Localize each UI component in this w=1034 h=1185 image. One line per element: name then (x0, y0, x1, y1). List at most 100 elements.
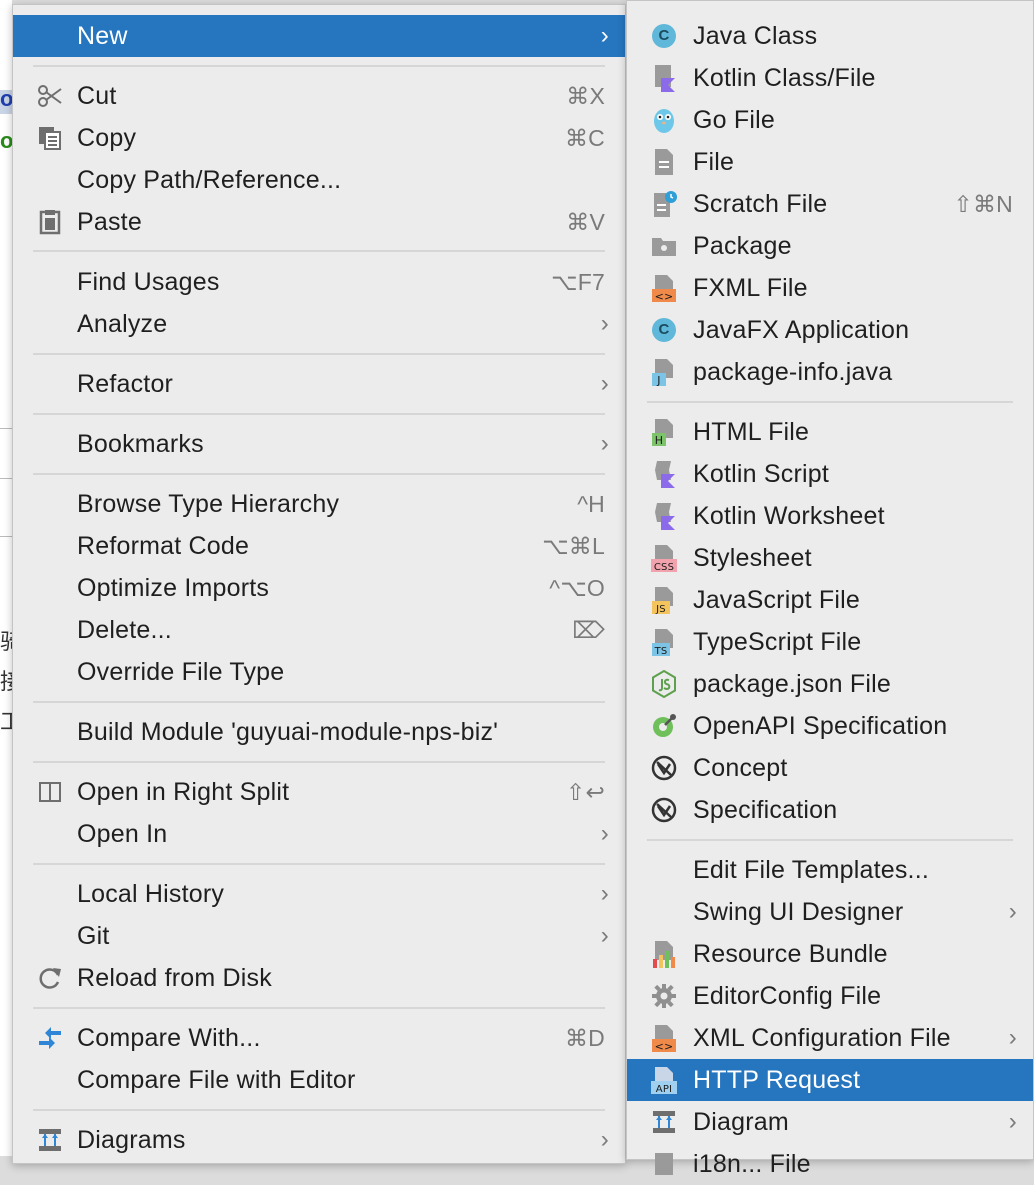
svg-text:H: H (655, 434, 663, 446)
chevron-right-icon: › (600, 22, 609, 49)
diagram-icon (651, 1108, 677, 1136)
submenu-item-package-info[interactable]: J package-info.java (627, 351, 1033, 393)
submenu-item-go-file[interactable]: Go File (627, 99, 1033, 141)
separator (33, 250, 605, 252)
menu-item-refactor[interactable]: Refactor › (13, 363, 625, 405)
menu-item-label: XML Configuration File (693, 1024, 951, 1052)
menu-item-compare-with[interactable]: Compare With... ⌘D (13, 1017, 625, 1059)
menu-item-label: Java Class (693, 22, 818, 50)
menu-item-label: Optimize Imports (77, 574, 270, 602)
menu-item-delete[interactable]: Delete... ⌦ (13, 609, 625, 651)
chevron-right-icon: › (600, 430, 609, 457)
menu-item-reload-from-disk[interactable]: Reload from Disk (13, 957, 625, 999)
menu-item-cut[interactable]: Cut ⌘X (13, 75, 625, 117)
menu-item-git[interactable]: Git › (13, 915, 625, 957)
submenu-item-concept[interactable]: Concept (627, 747, 1033, 789)
shortcut-label: ⇧↩ (566, 779, 605, 805)
java-file-icon: J (651, 358, 677, 386)
menu-item-compare-file-editor[interactable]: Compare File with Editor (13, 1059, 625, 1101)
svg-text:CSS: CSS (654, 562, 674, 572)
menu-item-new[interactable]: New › (13, 15, 625, 57)
reload-icon (37, 964, 63, 992)
chevron-right-icon: › (1008, 1108, 1017, 1135)
menu-item-build-module[interactable]: Build Module 'guyuai-module-nps-biz' (13, 711, 625, 753)
submenu-item-xml-config[interactable]: <> XML Configuration File › (627, 1017, 1033, 1059)
submenu-item-file[interactable]: File (627, 141, 1033, 183)
separator (33, 863, 605, 865)
menu-item-bookmarks[interactable]: Bookmarks › (13, 423, 625, 465)
menu-item-find-usages[interactable]: Find Usages ⌥F7 (13, 261, 625, 303)
ts-file-icon: TS (651, 628, 677, 656)
submenu-item-i18n[interactable]: i18n... File (627, 1143, 1033, 1185)
menu-item-label: Resource Bundle (693, 940, 888, 968)
submenu-item-kotlin-worksheet[interactable]: Kotlin Worksheet (627, 495, 1033, 537)
submenu-item-edit-file-templates[interactable]: Edit File Templates... (627, 849, 1033, 891)
new-submenu: C Java Class Kotlin Class/File Go File F… (626, 0, 1034, 1178)
delete-key-icon: ⌦ (572, 617, 605, 643)
menu-item-label: Concept (693, 754, 788, 782)
submenu-item-java-class[interactable]: C Java Class (627, 15, 1033, 57)
menu-item-copy[interactable]: Copy ⌘C (13, 117, 625, 159)
menu-item-paste[interactable]: Paste ⌘V (13, 201, 625, 243)
submenu-item-fxml-file[interactable]: <> FXML File (627, 267, 1033, 309)
submenu-item-swing-ui-designer[interactable]: Swing UI Designer › (627, 891, 1033, 933)
scratch-file-icon (651, 190, 677, 218)
submenu-item-diagram[interactable]: Diagram › (627, 1101, 1033, 1143)
shortcut-label: ⌘C (564, 125, 605, 151)
submenu-item-package-json[interactable]: package.json File (627, 663, 1033, 705)
diagram-icon (37, 1126, 63, 1154)
svg-text:<>: <> (655, 290, 674, 302)
shortcut-label: ⇧⌘N (953, 191, 1013, 217)
submenu-item-stylesheet[interactable]: CSS Stylesheet (627, 537, 1033, 579)
menu-item-label: FXML File (693, 274, 808, 302)
menu-item-open-right-split[interactable]: Open in Right Split ⇧↩ (13, 771, 625, 813)
menu-item-copy-path[interactable]: Copy Path/Reference... (13, 159, 625, 201)
menu-item-analyze[interactable]: Analyze › (13, 303, 625, 345)
menu-item-label: OpenAPI Specification (693, 712, 948, 740)
split-view-icon (37, 778, 63, 806)
specification-icon (651, 796, 677, 824)
menu-item-reformat-code[interactable]: Reformat Code ⌥⌘L (13, 525, 625, 567)
separator (33, 1007, 605, 1009)
menu-item-label: Cut (77, 82, 117, 110)
menu-item-optimize-imports[interactable]: Optimize Imports ^⌥O (13, 567, 625, 609)
submenu-item-specification[interactable]: Specification (627, 789, 1033, 831)
shortcut-label: ⌥F7 (551, 269, 605, 295)
submenu-item-javafx-app[interactable]: C JavaFX Application (627, 309, 1033, 351)
background-editor: ol ol 骑 接 工 (0, 0, 12, 1156)
menu-item-label: Copy (77, 124, 137, 152)
menu-item-diagrams[interactable]: Diagrams › (13, 1119, 625, 1161)
shortcut-label: ⌥⌘L (542, 533, 605, 559)
submenu-item-package[interactable]: Package (627, 225, 1033, 267)
menu-item-label: Reload from Disk (77, 964, 272, 992)
menu-item-label: Swing UI Designer (693, 898, 904, 926)
submenu-item-kotlin-class[interactable]: Kotlin Class/File (627, 57, 1033, 99)
svg-text:J: J (656, 374, 660, 386)
submenu-item-javascript-file[interactable]: JS JavaScript File (627, 579, 1033, 621)
submenu-item-html-file[interactable]: H HTML File (627, 411, 1033, 453)
submenu-item-kotlin-script[interactable]: Kotlin Script (627, 453, 1033, 495)
java-class-icon: C (651, 22, 677, 50)
chevron-right-icon: › (1008, 898, 1017, 925)
bg-text: 接 (0, 669, 12, 694)
submenu-item-scratch-file[interactable]: Scratch File ⇧⌘N (627, 183, 1033, 225)
shortcut-label: ⌘X (566, 83, 605, 109)
openapi-icon (651, 712, 677, 740)
menu-item-open-in[interactable]: Open In › (13, 813, 625, 855)
menu-item-label: Refactor (77, 370, 174, 398)
separator (647, 401, 1013, 403)
submenu-item-editorconfig[interactable]: EditorConfig File (627, 975, 1033, 1017)
menu-item-label: JavaFX Application (693, 316, 910, 344)
menu-item-label: Open In (77, 820, 168, 848)
submenu-item-http-request[interactable]: API HTTP Request (627, 1059, 1033, 1101)
menu-item-browse-type-hierarchy[interactable]: Browse Type Hierarchy ^H (13, 483, 625, 525)
gopher-icon (651, 106, 677, 134)
menu-item-label: Package (693, 232, 792, 260)
menu-item-label: Kotlin Worksheet (693, 502, 885, 530)
submenu-item-resource-bundle[interactable]: Resource Bundle (627, 933, 1033, 975)
menu-item-override-file-type[interactable]: Override File Type (13, 651, 625, 693)
resource-bundle-icon (651, 940, 677, 968)
menu-item-local-history[interactable]: Local History › (13, 873, 625, 915)
submenu-item-openapi[interactable]: OpenAPI Specification (627, 705, 1033, 747)
submenu-item-typescript-file[interactable]: TS TypeScript File (627, 621, 1033, 663)
